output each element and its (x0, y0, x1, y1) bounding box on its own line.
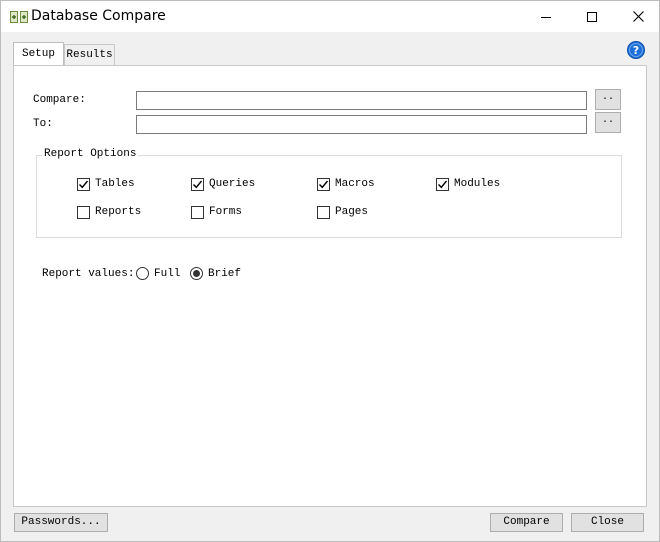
tab-results[interactable]: Results (64, 44, 115, 65)
pages-label: Pages (335, 206, 369, 218)
modules-label: Modules (454, 178, 501, 190)
to-label: To: (33, 118, 53, 130)
full-radio[interactable] (136, 267, 149, 280)
passwords-button[interactable]: Passwords... (14, 513, 108, 532)
queries-checkbox[interactable] (191, 178, 204, 191)
checkmark-icon (79, 180, 89, 189)
brief-radio[interactable] (190, 267, 203, 280)
close-button[interactable]: Close (571, 513, 644, 532)
checkmark-icon (438, 180, 448, 189)
to-input[interactable] (136, 115, 587, 134)
database-compare-window: Database Compare Setup Results ? Compare… (0, 0, 660, 542)
reports-label: Reports (95, 206, 142, 218)
to-browse-button[interactable]: .. (595, 112, 621, 133)
window-title: Database Compare (31, 8, 166, 24)
minimize-button[interactable] (523, 1, 569, 32)
compare-label: Compare: (33, 94, 86, 106)
svg-text:?: ? (633, 44, 639, 57)
brief-radio-label: Brief (208, 268, 242, 280)
maximize-icon (587, 11, 597, 22)
tables-label: Tables (95, 178, 135, 190)
macros-label: Macros (335, 178, 375, 190)
report-values-label: Report values: (42, 268, 135, 280)
database-compare-app-icon (10, 10, 28, 24)
checkmark-icon (193, 180, 203, 189)
report-options-group: Report Options Tables Queries Macros Mod… (36, 148, 622, 238)
tables-checkbox[interactable] (77, 178, 90, 191)
close-window-button[interactable] (615, 1, 660, 32)
macros-checkbox[interactable] (317, 178, 330, 191)
radio-selected-dot (193, 270, 200, 277)
queries-label: Queries (209, 178, 256, 190)
title-bar: Database Compare (1, 1, 659, 32)
setup-panel: Compare: .. To: .. Report Options Tables… (13, 65, 647, 507)
compare-input[interactable] (136, 91, 587, 110)
reports-checkbox[interactable] (77, 206, 90, 219)
full-radio-label: Full (154, 268, 181, 280)
tab-setup[interactable]: Setup (13, 42, 64, 65)
pages-checkbox[interactable] (317, 206, 330, 219)
maximize-button[interactable] (569, 1, 615, 32)
minimize-icon (541, 16, 551, 18)
checkmark-icon (319, 180, 329, 189)
close-icon (632, 11, 644, 22)
tab-results-label: Results (66, 49, 113, 61)
forms-label: Forms (209, 206, 243, 218)
tab-setup-label: Setup (21, 48, 55, 60)
compare-button[interactable]: Compare (490, 513, 563, 532)
compare-browse-button[interactable]: .. (595, 89, 621, 110)
report-options-title: Report Options (42, 148, 139, 160)
modules-checkbox[interactable] (436, 178, 449, 191)
help-icon[interactable]: ? (627, 41, 645, 59)
forms-checkbox[interactable] (191, 206, 204, 219)
